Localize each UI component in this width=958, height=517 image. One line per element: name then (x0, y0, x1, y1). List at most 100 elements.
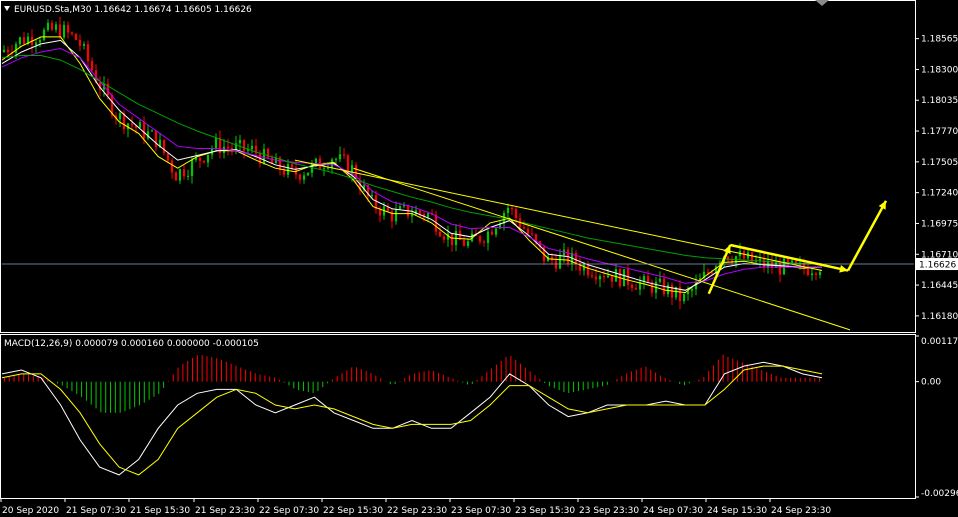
macd-axis: 0.001176 0.00 -0.002969 (915, 335, 958, 499)
candle-body (326, 167, 330, 169)
candle-body (118, 113, 122, 120)
candle-body (170, 160, 174, 173)
candle-body (54, 24, 58, 30)
candle-body (514, 209, 518, 219)
candle-body (250, 145, 254, 150)
candle-body (786, 258, 790, 263)
time-tick-label: 21 Sep 23:30 (195, 506, 255, 516)
time-tick-label: 24 Sep 23:30 (771, 506, 831, 516)
candle-body (606, 275, 610, 278)
candle-body (810, 273, 814, 276)
candle-body (2, 49, 6, 52)
candle-body (634, 287, 638, 290)
candle-body (622, 269, 626, 287)
time-tick-label: 21 Sep 15:30 (130, 506, 190, 516)
price-tick-label: 1.16445 (921, 281, 958, 291)
candle-body (226, 146, 230, 149)
candle-body (526, 228, 530, 234)
candle-body (594, 276, 598, 280)
candle-body (174, 172, 178, 181)
candle-body (442, 236, 446, 240)
candle-body (182, 169, 186, 177)
forecast-arrow-up-2 (846, 200, 888, 272)
candle-body (558, 255, 562, 269)
macd-line (1, 361, 823, 476)
moving-average-line (1, 36, 823, 294)
time-tick-label: 22 Sep 07:30 (259, 506, 319, 516)
price-tick-label: 1.18035 (921, 96, 958, 106)
main-plot (1, 16, 914, 331)
candle-body (74, 33, 78, 41)
candle-body (50, 22, 54, 30)
candle-body (62, 24, 66, 38)
time-tick-label: 24 Sep 15:30 (707, 506, 767, 516)
candle-body (646, 276, 650, 283)
candle-body (18, 37, 22, 45)
trading-chart: 1.18565 1.18300 1.18035 1.17770 1.17505 1.172… (0, 0, 958, 516)
price-tick-label: 1.16180 (921, 312, 958, 322)
candle-body (666, 284, 670, 295)
price-tick-label: 1.17505 (921, 158, 958, 168)
candle-body (818, 271, 822, 275)
trendline-lower (353, 167, 851, 331)
candle-body (462, 239, 466, 246)
candle-body (410, 214, 414, 217)
moving-average-line (1, 39, 822, 291)
candle-body (46, 22, 50, 30)
candle-body (334, 159, 338, 161)
time-tick-label: 23 Sep 23:30 (579, 506, 639, 516)
price-tick-label: 1.18565 (921, 35, 958, 45)
candle-body (34, 42, 38, 46)
candle-body (206, 154, 210, 163)
time-tick-label: 23 Sep 07:30 (451, 506, 511, 516)
macd-tick-label: 0.001176 (921, 337, 958, 347)
candle-body (322, 168, 326, 170)
triangle-down-icon[interactable] (4, 6, 10, 11)
candle-body (290, 164, 294, 168)
candle-body (426, 213, 430, 218)
candle-body (598, 275, 602, 280)
price-tick-label: 1.18300 (921, 65, 958, 75)
candle-body (490, 231, 494, 235)
candle-body (790, 260, 794, 263)
candle-body (706, 271, 710, 273)
time-tick-label: 20 Sep 2020 (2, 506, 59, 516)
candle-body (418, 210, 422, 214)
candle-body (806, 269, 810, 276)
candle-body (486, 231, 490, 243)
candle-body (130, 123, 134, 126)
price-tick-label: 1.17240 (921, 189, 958, 199)
candle-body (306, 172, 310, 176)
price-axis: 1.18565 1.18300 1.18035 1.17770 1.17505 1.172… (915, 35, 958, 322)
candle-body (38, 40, 42, 43)
candle-body (690, 289, 694, 291)
chart-title: EURUSD.Sta,M30 1.16642 1.16674 1.16605 1… (14, 5, 252, 15)
macd-tick-label: -0.002969 (921, 489, 958, 499)
candle-body (726, 256, 730, 261)
candle-body (302, 175, 306, 180)
candle-body (66, 24, 70, 33)
candle-body (438, 231, 442, 237)
candle-body (86, 44, 90, 62)
candle-body (630, 284, 634, 288)
candles (2, 16, 822, 310)
candle-body (178, 169, 182, 181)
macd-panel-frame (0, 334, 916, 499)
candle-body (42, 29, 46, 41)
time-tick-label: 21 Sep 07:30 (66, 506, 126, 516)
candle-body (78, 40, 82, 46)
candle-body (286, 164, 290, 175)
candle-body (214, 137, 218, 149)
candle-body (282, 169, 286, 175)
time-tick-label: 24 Sep 07:30 (643, 506, 703, 516)
candle-body (262, 148, 266, 164)
candle-body (82, 44, 86, 46)
candle-body (450, 233, 454, 246)
candle-body (238, 140, 242, 144)
chart-shift-icon[interactable] (815, 0, 829, 6)
candle-body (314, 158, 318, 164)
candle-body (478, 236, 482, 242)
candle-body (370, 195, 374, 197)
candle-body (482, 241, 486, 243)
moving-average-line (1, 55, 822, 265)
